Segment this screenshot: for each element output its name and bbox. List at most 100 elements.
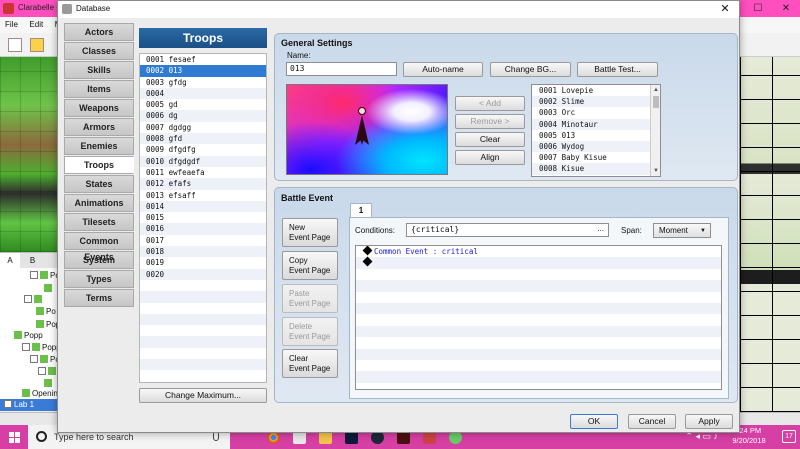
clear-enemies-button[interactable]: Clear: [455, 132, 525, 147]
copy-event-page-button[interactable]: Copy Event Page: [282, 251, 338, 280]
category-animations[interactable]: Animations: [64, 194, 134, 212]
troop-row[interactable]: 0020: [140, 268, 266, 280]
map-tree-item[interactable]: Po: [36, 306, 56, 318]
troop-name-field[interactable]: 013: [286, 62, 397, 76]
troop-row[interactable]: [140, 280, 266, 291]
troop-row[interactable]: [140, 303, 266, 314]
change-maximum-button[interactable]: Change Maximum...: [139, 388, 267, 403]
map-tree-item-selected[interactable]: Lab 1: [0, 399, 60, 411]
battle-background-preview[interactable]: [286, 84, 448, 175]
category-system[interactable]: System: [64, 251, 134, 269]
scroll-up-icon[interactable]: ▲: [651, 85, 660, 95]
span-select[interactable]: Moment ▼: [653, 223, 711, 238]
category-tilesets[interactable]: Tilesets: [64, 213, 134, 231]
ok-button[interactable]: OK: [570, 414, 618, 429]
category-types[interactable]: Types: [64, 270, 134, 288]
clear-event-page-button[interactable]: Clear Event Page: [282, 349, 338, 378]
troop-row[interactable]: [140, 313, 266, 326]
scroll-thumb[interactable]: [653, 96, 659, 108]
start-button[interactable]: [0, 425, 28, 449]
troop-row[interactable]: [140, 325, 266, 336]
map-canvas[interactable]: [740, 57, 800, 412]
troop-row[interactable]: 0004: [140, 87, 266, 100]
enemy-sprite[interactable]: [355, 107, 369, 147]
tileset-palette[interactable]: [0, 57, 60, 252]
map-tree-item[interactable]: [44, 283, 54, 295]
category-troops[interactable]: Troops: [64, 156, 134, 174]
map-tree-item[interactable]: [24, 294, 44, 306]
event-command-empty[interactable]: [356, 256, 721, 269]
enemy-row[interactable]: 0002 Slime: [532, 96, 660, 108]
troop-row[interactable]: 0016: [140, 223, 266, 235]
troop-row[interactable]: 0012 efafs: [140, 178, 266, 190]
enemy-row[interactable]: 0004 Minotaur: [532, 118, 660, 130]
notification-center-icon[interactable]: 17: [782, 430, 796, 443]
align-enemies-button[interactable]: Align: [455, 150, 525, 165]
apply-button[interactable]: Apply: [685, 414, 733, 429]
troop-row[interactable]: 0008 gfd: [140, 133, 266, 145]
troop-row[interactable]: [140, 370, 266, 381]
open-project-icon[interactable]: [30, 38, 44, 52]
dialog-close-icon[interactable]: ✕: [711, 1, 739, 18]
map-tree-item[interactable]: Popp: [22, 342, 61, 354]
add-enemy-button[interactable]: < Add: [455, 96, 525, 111]
tileset-tab-a[interactable]: A: [0, 253, 20, 269]
troop-row[interactable]: 0015: [140, 212, 266, 223]
category-weapons[interactable]: Weapons: [64, 99, 134, 117]
troop-row[interactable]: 0014: [140, 200, 266, 213]
tileset-tab-b[interactable]: B: [23, 253, 43, 269]
event-page-tab-1[interactable]: 1: [350, 203, 372, 218]
troop-row[interactable]: [140, 291, 266, 303]
remove-enemy-button[interactable]: Remove >: [455, 114, 525, 129]
troop-row[interactable]: [140, 336, 266, 348]
maximize-icon[interactable]: ☐: [744, 0, 772, 17]
troop-row[interactable]: 0006 dg: [140, 110, 266, 122]
enemy-row[interactable]: 0007 Baby Kisue: [532, 152, 660, 163]
troop-row[interactable]: 0011 ewfeaefa: [140, 167, 266, 178]
event-command[interactable]: Common Event : critical: [356, 246, 721, 257]
new-event-page-button[interactable]: New Event Page: [282, 218, 338, 247]
enemy-list-scrollbar[interactable]: ▲ ▼: [650, 85, 660, 176]
category-items[interactable]: Items: [64, 80, 134, 98]
troop-row[interactable]: 0017: [140, 235, 266, 246]
category-enemies[interactable]: Enemies: [64, 137, 134, 155]
category-states[interactable]: States: [64, 175, 134, 193]
troop-row[interactable]: 0003 gfdg: [140, 77, 266, 88]
paste-event-page-button[interactable]: Paste Event Page: [282, 284, 338, 313]
cancel-button[interactable]: Cancel: [628, 414, 676, 429]
troop-row[interactable]: 0007 dgdgg: [140, 122, 266, 133]
category-common-events[interactable]: Common Events: [64, 232, 134, 262]
new-project-icon[interactable]: [8, 38, 22, 52]
troop-row[interactable]: 0005 gd: [140, 99, 266, 110]
category-terms[interactable]: Terms: [64, 289, 134, 307]
auto-name-button[interactable]: Auto-name: [403, 62, 483, 77]
menu-file[interactable]: File: [5, 20, 18, 29]
troop-row[interactable]: 0001 fesaef: [140, 54, 266, 65]
troop-row[interactable]: [140, 359, 266, 371]
troop-row[interactable]: 0010 dfgdgdf: [140, 155, 266, 167]
troop-row[interactable]: 0009 dfgdfg: [140, 144, 266, 155]
menu-edit[interactable]: Edit: [29, 20, 43, 29]
category-actors[interactable]: Actors: [64, 23, 134, 41]
scroll-down-icon[interactable]: ▼: [651, 166, 660, 176]
troop-row[interactable]: [140, 348, 266, 359]
category-armors[interactable]: Armors: [64, 118, 134, 136]
troop-row[interactable]: 0019: [140, 257, 266, 268]
battle-test-button[interactable]: Battle Test...: [577, 62, 658, 77]
enemy-row[interactable]: 0008 Kisue: [532, 163, 660, 175]
change-bg-button[interactable]: Change BG...: [490, 62, 571, 77]
enemy-row[interactable]: 0005 013: [532, 130, 660, 141]
category-classes[interactable]: Classes: [64, 42, 134, 60]
troop-row[interactable]: 0018: [140, 246, 266, 258]
category-skills[interactable]: Skills: [64, 61, 134, 79]
troop-row-selected[interactable]: 0002 013: [140, 65, 266, 77]
map-tree-item[interactable]: [38, 366, 58, 378]
delete-event-page-button[interactable]: Delete Event Page: [282, 317, 338, 346]
conditions-field[interactable]: {critical} ...: [406, 223, 609, 237]
enemy-row[interactable]: 0003 Orc: [532, 107, 660, 118]
map-tree-item[interactable]: Popp: [14, 330, 43, 342]
close-icon[interactable]: ✕: [772, 0, 800, 17]
enemy-row[interactable]: 0006 Wydog: [532, 140, 660, 153]
troop-row[interactable]: 0013 efsaff: [140, 190, 266, 201]
map-tree-item[interactable]: Po: [30, 354, 60, 366]
